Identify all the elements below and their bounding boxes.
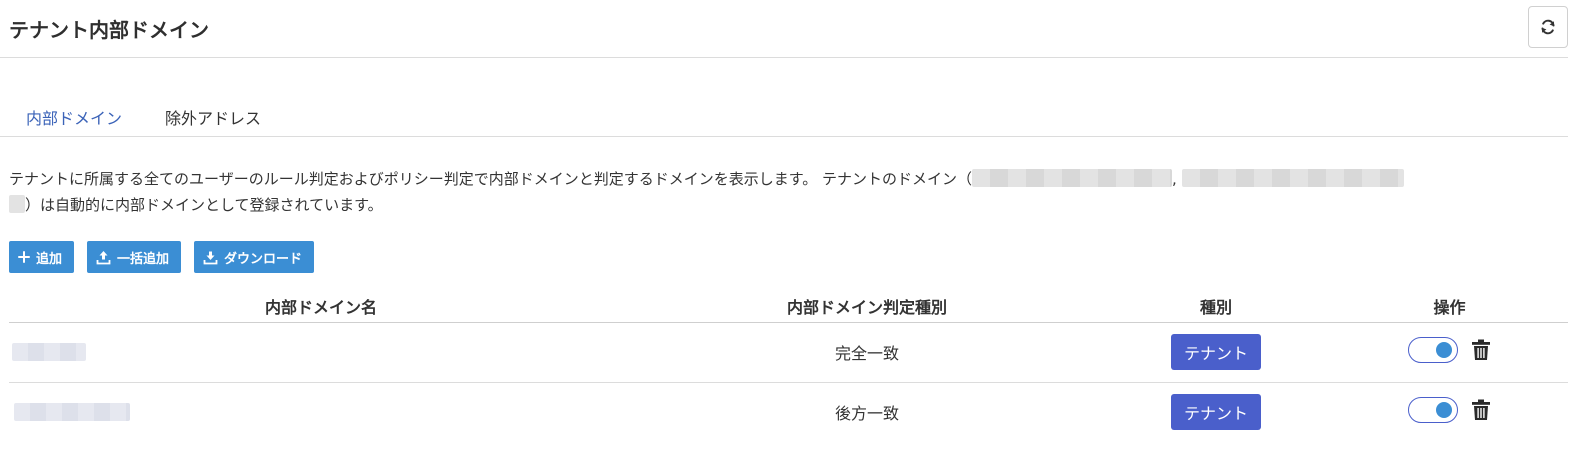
operations-cell <box>1331 322 1568 383</box>
download-button-label: ダウンロード <box>224 251 303 267</box>
description-text-before: テナントに所属する全てのユーザーのルール判定およびポリシー判定で内部ドメインと判… <box>9 170 972 188</box>
trash-icon <box>1471 399 1490 421</box>
column-header-match-type[interactable]: 内部ドメイン判定種別 <box>633 290 1101 323</box>
internal-domain-table: 内部ドメイン名 内部ドメイン判定種別 種別 操作 完全一致 テナント 後方一致 … <box>9 290 1568 442</box>
enable-toggle[interactable] <box>1407 337 1458 363</box>
table-header-row: 内部ドメイン名 内部ドメイン判定種別 種別 操作 <box>9 290 1568 323</box>
toolbar: 追加 一括追加 ダウンロード <box>9 241 315 273</box>
delete-button[interactable] <box>1470 398 1492 422</box>
kind-cell: テナント <box>1101 382 1331 442</box>
row-actions <box>1407 337 1492 363</box>
match-type-cell: 後方一致 <box>834 404 899 424</box>
upload-icon <box>96 250 111 264</box>
page-description: テナントに所属する全てのユーザーのルール判定およびポリシー判定で内部ドメインと判… <box>9 166 1559 218</box>
redacted-domain-name <box>14 403 130 422</box>
plus-icon <box>18 251 30 263</box>
delete-button[interactable] <box>1470 338 1492 362</box>
tab-bar: 内部ドメイン 除外アドレス <box>0 96 1568 137</box>
redacted-domain-2-continued <box>9 195 25 213</box>
column-header-operations: 操作 <box>1331 290 1568 323</box>
description-text-after: ）は自動的に内部ドメインとして登録されています。 <box>25 196 383 214</box>
tab-internal-domains[interactable]: 内部ドメイン <box>26 105 122 129</box>
description-separator: , <box>1171 170 1177 188</box>
redacted-domain-name <box>12 343 86 361</box>
domain-name-cell <box>9 382 633 442</box>
match-type-cell: 完全一致 <box>633 322 1101 383</box>
add-button[interactable]: 追加 <box>9 241 75 273</box>
redacted-domain-1 <box>971 169 1172 187</box>
row-actions <box>1407 397 1492 424</box>
bulk-add-button[interactable]: 一括追加 <box>87 241 182 273</box>
download-icon <box>203 251 218 264</box>
kind-badge[interactable]: テナント <box>1170 334 1261 370</box>
column-header-domain-name[interactable]: 内部ドメイン名 <box>9 290 633 323</box>
kind-cell: テナント <box>1101 322 1331 383</box>
tab-excluded-addresses[interactable]: 除外アドレス <box>165 105 261 129</box>
page-header: テナント内部ドメイン <box>0 0 1568 58</box>
refresh-icon <box>1541 19 1555 35</box>
column-header-kind[interactable]: 種別 <box>1101 290 1331 323</box>
trash-icon <box>1471 339 1490 360</box>
redacted-domain-2 <box>1181 169 1404 187</box>
page-title: テナント内部ドメイン <box>9 18 209 42</box>
bulk-add-button-label: 一括追加 <box>117 251 170 267</box>
kind-badge[interactable]: テナント <box>1170 394 1261 431</box>
refresh-button[interactable] <box>1528 6 1568 48</box>
enable-toggle[interactable] <box>1407 397 1458 424</box>
toggle-knob <box>1435 402 1452 419</box>
toggle-knob <box>1435 342 1452 358</box>
add-button-label: 追加 <box>36 251 63 267</box>
download-button[interactable]: ダウンロード <box>194 241 315 273</box>
table-row: 後方一致 テナント <box>9 382 1568 442</box>
domain-name-cell <box>9 322 633 383</box>
operations-cell <box>1331 382 1568 442</box>
table-row: 完全一致 テナント <box>9 322 1568 383</box>
